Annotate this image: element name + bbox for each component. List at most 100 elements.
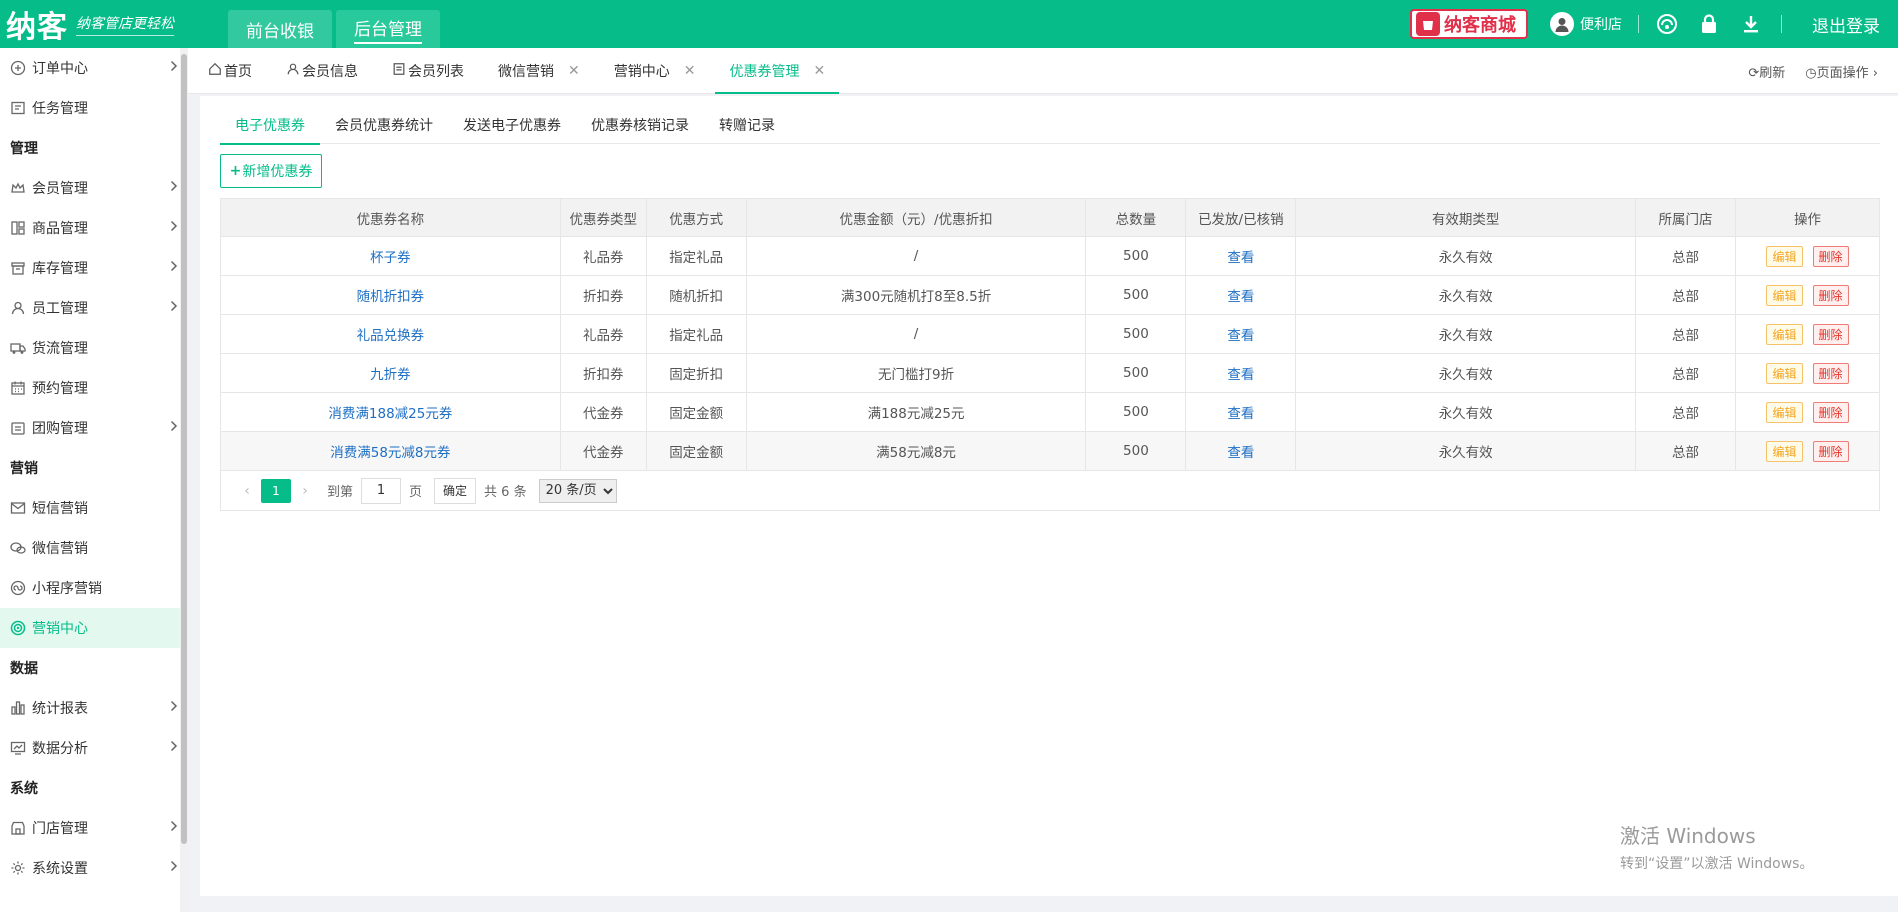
view-link[interactable]: 查看 xyxy=(1227,250,1254,266)
table-row: 随机折扣券 折扣券 随机折扣 满300元随机打8至8.5折 500 查看 永久有效 总部 编辑删… xyxy=(220,275,1880,315)
page-number-current[interactable]: 1 xyxy=(261,478,291,503)
view-link[interactable]: 查看 xyxy=(1227,367,1254,383)
close-icon[interactable]: ✕ xyxy=(568,63,580,79)
table-cell: 代金券 xyxy=(559,392,647,432)
table-cell: 总部 xyxy=(1635,314,1737,354)
actions-cell: 编辑 删除 xyxy=(1735,314,1880,354)
tab-5[interactable]: 营销中心 ✕ xyxy=(600,48,710,94)
sidebar-item-inventory[interactable]: 库存管理 xyxy=(0,248,180,288)
table-cell: 永久有效 xyxy=(1295,353,1637,393)
sidebar-group-heading: 营销 xyxy=(10,461,38,477)
sidebar-item-label: 会员管理 xyxy=(32,181,88,197)
avatar xyxy=(1550,12,1574,36)
coupon-table: 优惠券名称 优惠券类型 优惠方式 优惠金额（元）/优惠折扣 总数量 已发放/已核销 有效期类… xyxy=(220,198,1880,471)
sidebar-item-wechat[interactable]: 微信营销 xyxy=(0,528,180,568)
table-row: 杯子券 礼品券 指定礼品/500 查看 永久有效 总部 编辑 删除 xyxy=(220,236,1880,276)
chevron-right-icon xyxy=(170,740,178,756)
sidebar-item-order[interactable]: 订单中心 xyxy=(0,48,180,88)
sidebar-item-gear[interactable]: 系统设置 xyxy=(0,848,180,888)
delete-button[interactable]: 删除 xyxy=(1812,245,1849,267)
sidebar-item-analysis[interactable]: 数据分析 xyxy=(0,728,180,768)
coupon-name-link[interactable]: 九折券 xyxy=(370,367,411,383)
nav-frontdesk-button[interactable]: 前台收银 xyxy=(228,10,332,48)
view-link[interactable]: 查看 xyxy=(1227,445,1254,461)
tab-2[interactable]: 会员信息 xyxy=(272,48,372,94)
sidebar-item-calendar[interactable]: 预约管理 xyxy=(0,368,180,408)
tab-6[interactable]: 优惠券管理 ✕ xyxy=(715,48,839,94)
sidebar-item-crown[interactable]: 会员管理 xyxy=(0,168,180,208)
edit-button[interactable]: 编辑 xyxy=(1766,362,1803,384)
table-cell: 500 xyxy=(1085,353,1187,393)
tab-1[interactable]: 首页 xyxy=(194,48,266,94)
sidebar-item-sms[interactable]: 短信营销 xyxy=(0,488,180,528)
windows-activation-watermark: 激活 Windows 转到“设置”以激活 Windows。 xyxy=(1620,820,1813,873)
sms-icon xyxy=(8,498,28,518)
subtab-5[interactable]: 转赠记录 xyxy=(704,106,790,144)
logo[interactable]: 纳客 纳客管店更轻松 xyxy=(0,0,228,48)
sidebar-item-label: 库存管理 xyxy=(32,261,88,277)
mall-button[interactable]: 纳客商城 xyxy=(1410,9,1528,39)
add-coupon-button[interactable]: + 新增优惠券 xyxy=(220,154,322,188)
subtab-2[interactable]: 会员优惠券统计 xyxy=(320,106,448,144)
sidebar-item-miniprogram[interactable]: 小程序营销 xyxy=(0,568,180,608)
nav-backend-button[interactable]: 后台管理 xyxy=(336,10,440,48)
next-page-icon[interactable]: › xyxy=(291,483,319,499)
logout-button[interactable]: 退出登录 xyxy=(1798,12,1898,37)
sidebar-item-goods[interactable]: 商品管理 xyxy=(0,208,180,248)
prev-page-icon[interactable]: ‹ xyxy=(233,483,261,499)
chevron-right-icon xyxy=(170,60,178,76)
goto-page-input[interactable] xyxy=(361,477,402,504)
delete-button[interactable]: 删除 xyxy=(1812,362,1849,384)
sidebar-scroll-thumb[interactable] xyxy=(181,54,187,844)
close-icon[interactable]: ✕ xyxy=(684,63,696,79)
goto-confirm-button[interactable]: 确定 xyxy=(434,477,477,504)
view-link[interactable]: 查看 xyxy=(1227,328,1254,344)
sidebar-item-task[interactable]: 任务管理 xyxy=(0,88,180,128)
refresh-button[interactable]: ⟳刷新 xyxy=(1748,62,1785,81)
tab-3[interactable]: 会员列表 xyxy=(378,48,478,94)
sidebar-item-target[interactable]: 营销中心 xyxy=(0,608,180,648)
sidebar-item-store[interactable]: 门店管理 xyxy=(0,808,180,848)
coupon-name-link[interactable]: 杯子券 xyxy=(370,250,411,266)
lock-icon[interactable] xyxy=(1697,12,1721,36)
tab-4[interactable]: 微信营销 ✕ xyxy=(484,48,594,94)
page-ops-button[interactable]: ◷页面操作 › xyxy=(1805,62,1878,81)
sidebar-item-truck[interactable]: 货流管理 xyxy=(0,328,180,368)
edit-button[interactable]: 编辑 xyxy=(1766,284,1803,306)
sidebar-scrollbar[interactable] xyxy=(180,48,188,912)
sidebar-item-report[interactable]: 统计报表 xyxy=(0,688,180,728)
edit-button[interactable]: 编辑 xyxy=(1766,440,1803,462)
support-icon[interactable] xyxy=(1655,12,1679,36)
subtab-3[interactable]: 发送电子优惠券 xyxy=(448,106,576,144)
subtab-1[interactable]: 电子优惠券 xyxy=(220,106,320,145)
issued-cell: 查看 xyxy=(1185,236,1297,276)
sidebar-item-staff[interactable]: 员工管理 xyxy=(0,288,180,328)
delete-button[interactable]: 删除 xyxy=(1812,284,1849,306)
truck-icon xyxy=(8,338,28,358)
view-link[interactable]: 查看 xyxy=(1227,289,1254,305)
groupbuy-icon xyxy=(8,418,28,438)
coupon-name-link[interactable]: 随机折扣券 xyxy=(357,289,425,305)
edit-button[interactable]: 编辑 xyxy=(1766,323,1803,345)
delete-button[interactable]: 删除 xyxy=(1812,440,1849,462)
edit-button[interactable]: 编辑 xyxy=(1766,401,1803,423)
add-coupon-label: 新增优惠券 xyxy=(242,164,313,180)
delete-button[interactable]: 删除 xyxy=(1812,401,1849,423)
coupon-name-link[interactable]: 礼品兑换券 xyxy=(357,328,425,344)
table-cell: 总部 xyxy=(1635,275,1737,315)
page-size-select[interactable]: 20 条/页 xyxy=(538,478,617,503)
coupon-name-link[interactable]: 消费满58元减8元券 xyxy=(330,445,450,461)
edit-button[interactable]: 编辑 xyxy=(1766,245,1803,267)
actions-cell: 编辑 删除 xyxy=(1735,275,1880,315)
sidebar-item-groupbuy[interactable]: 团购管理 xyxy=(0,408,180,448)
close-icon[interactable]: ✕ xyxy=(813,63,825,79)
user-menu[interactable]: 便利店 xyxy=(1550,12,1622,36)
subtab-4[interactable]: 优惠券核销记录 xyxy=(576,106,704,144)
store-icon xyxy=(8,818,28,838)
table-cell: 总部 xyxy=(1635,392,1737,432)
coupon-name-link[interactable]: 消费满188减25元券 xyxy=(328,406,452,422)
view-link[interactable]: 查看 xyxy=(1227,406,1254,422)
delete-button[interactable]: 删除 xyxy=(1812,323,1849,345)
table-cell: 固定金额 xyxy=(645,431,747,471)
download-icon[interactable] xyxy=(1739,12,1763,36)
